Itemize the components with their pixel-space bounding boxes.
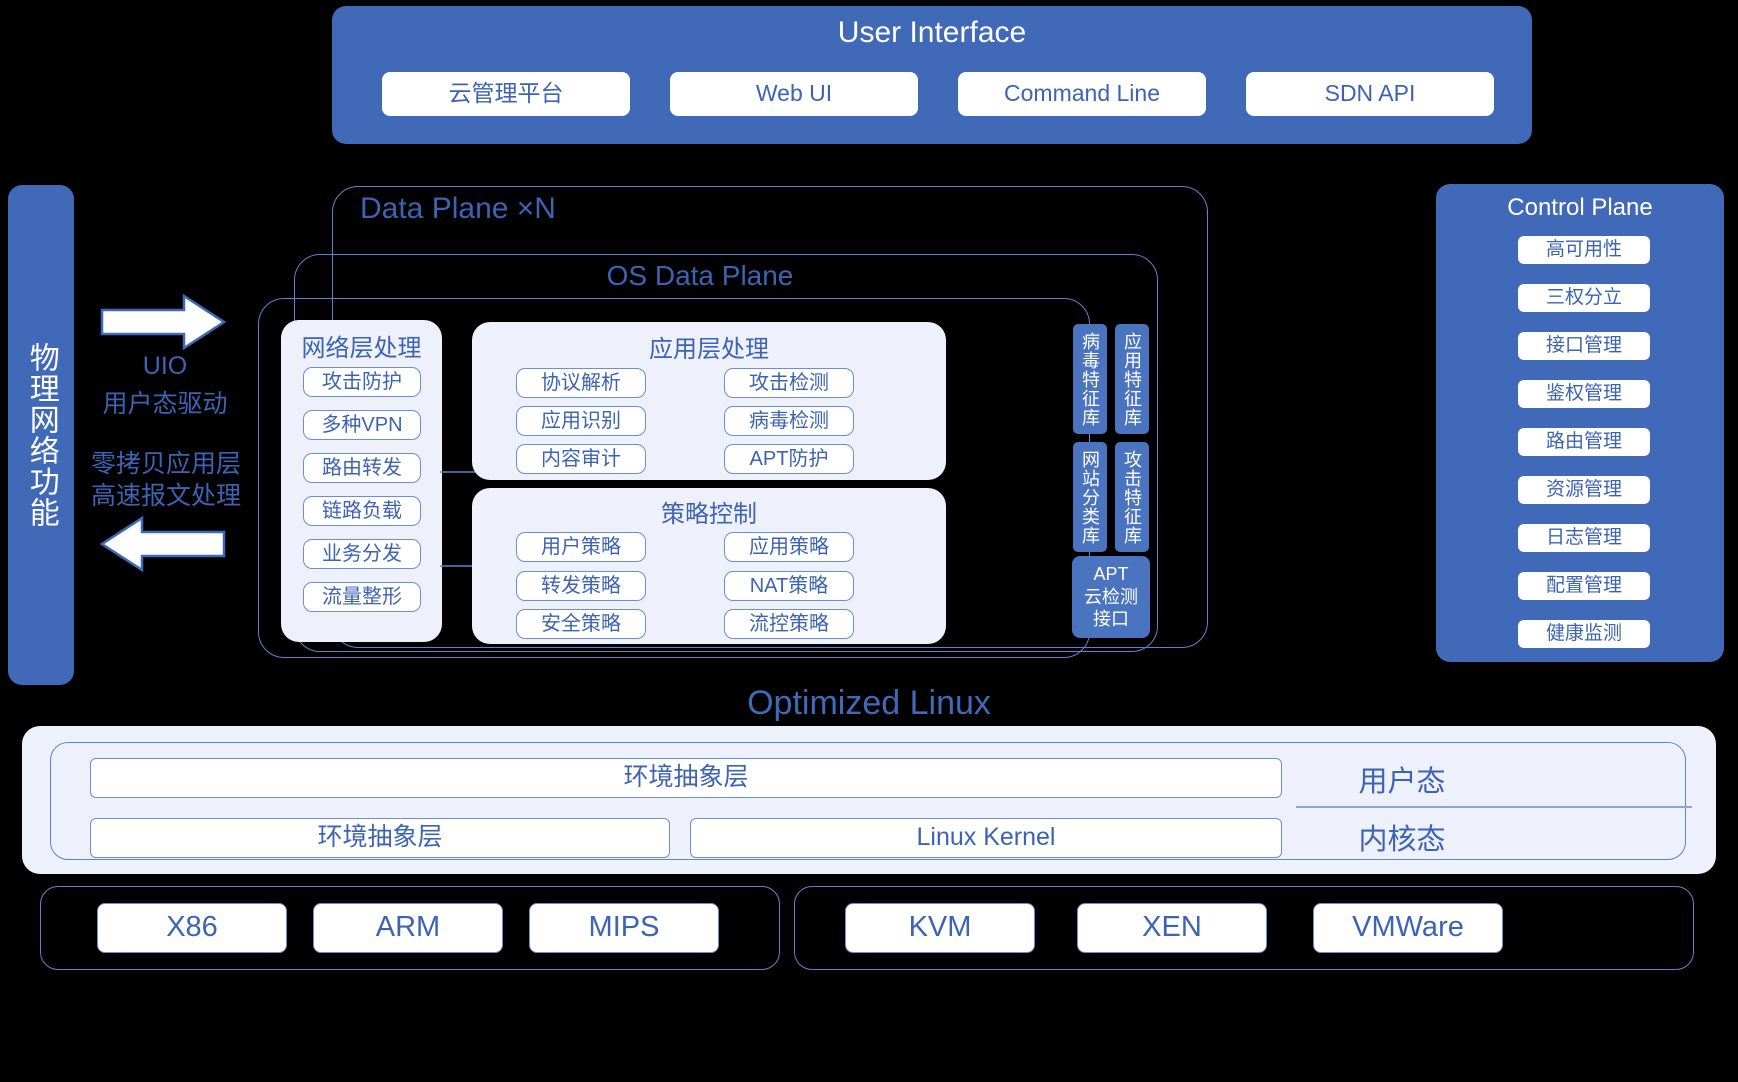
arch-item-x86[interactable]: X86 — [97, 903, 287, 953]
control-plane-item-2[interactable]: 接口管理 — [1518, 332, 1650, 360]
virt-item-vmware[interactable]: VMWare — [1313, 903, 1503, 953]
linux-kernel-box[interactable]: Linux Kernel — [690, 818, 1282, 858]
policy-right-0[interactable]: 应用策略 — [724, 532, 854, 562]
app-layer-left-1[interactable]: 应用识别 — [516, 406, 646, 436]
arrow-left-icon — [100, 516, 226, 572]
user-interface-panel: User Interface 云管理平台 Web UI Command Line… — [332, 6, 1532, 144]
control-plane-item-0[interactable]: 高可用性 — [1518, 236, 1650, 264]
virt-item-kvm[interactable]: KVM — [845, 903, 1035, 953]
arrow-right-icon — [100, 294, 226, 350]
apt-cloud-detection-box[interactable]: APT 云检测 接口 — [1072, 556, 1150, 638]
data-plane-title: Data Plane ×N — [360, 192, 556, 225]
database-virus-signature[interactable]: 病毒特征库 — [1073, 324, 1107, 434]
app-layer-left-2[interactable]: 内容审计 — [516, 444, 646, 474]
network-layer-item-5[interactable]: 流量整形 — [303, 582, 421, 612]
application-layer-panel: 应用层处理 协议解析 应用识别 内容审计 攻击检测 病毒检测 APT防护 — [472, 322, 946, 480]
policy-left-1[interactable]: 转发策略 — [516, 571, 646, 601]
policy-control-title: 策略控制 — [661, 501, 757, 528]
policy-left-2[interactable]: 安全策略 — [516, 609, 646, 639]
database-website-category[interactable]: 网站分类库 — [1073, 442, 1107, 552]
control-plane-item-5[interactable]: 资源管理 — [1518, 476, 1650, 504]
control-plane-title: Control Plane — [1507, 194, 1653, 221]
app-layer-left-0[interactable]: 协议解析 — [516, 368, 646, 398]
architecture-panel: X86 ARM MIPS — [40, 886, 780, 970]
network-layer-item-4[interactable]: 业务分发 — [303, 539, 421, 569]
ui-item-cloud-platform[interactable]: 云管理平台 — [382, 72, 630, 116]
network-layer-item-3[interactable]: 链路负载 — [303, 496, 421, 526]
ui-item-sdn-api[interactable]: SDN API — [1246, 72, 1494, 116]
network-layer-item-1[interactable]: 多种VPN — [303, 410, 421, 440]
ui-item-web-ui[interactable]: Web UI — [670, 72, 918, 116]
control-plane-item-6[interactable]: 日志管理 — [1518, 524, 1650, 552]
control-plane-item-4[interactable]: 路由管理 — [1518, 428, 1650, 456]
optimized-linux-panel: 环境抽象层 环境抽象层 Linux Kernel 用户态 内核态 — [22, 726, 1716, 874]
uio-label-line2: 用户态驱动 — [102, 390, 228, 418]
kernel-abstraction-layer[interactable]: 环境抽象层 — [90, 818, 670, 858]
virt-item-xen[interactable]: XEN — [1077, 903, 1267, 953]
policy-right-1[interactable]: NAT策略 — [724, 571, 854, 601]
network-layer-title: 网络层处理 — [301, 335, 422, 362]
policy-right-2[interactable]: 流控策略 — [724, 609, 854, 639]
database-attack-signature[interactable]: 攻击特征库 — [1115, 442, 1149, 552]
network-layer-item-0[interactable]: 攻击防护 — [303, 367, 421, 397]
apt-box-line1: APT — [1093, 564, 1129, 585]
control-plane-item-8[interactable]: 健康监测 — [1518, 620, 1650, 648]
uio-label-line1: UIO — [142, 352, 188, 380]
application-layer-title: 应用层处理 — [649, 336, 769, 363]
arch-item-mips[interactable]: MIPS — [529, 903, 719, 953]
network-layer-item-2[interactable]: 路由转发 — [303, 453, 421, 483]
optimized-linux-title: Optimized Linux — [747, 684, 991, 722]
kernel-mode-label: 内核态 — [1358, 824, 1446, 856]
network-layer-panel: 网络层处理 攻击防护 多种VPN 路由转发 链路负载 业务分发 流量整形 — [281, 320, 442, 642]
control-plane-panel: Control Plane 高可用性 三权分立 接口管理 鉴权管理 路由管理 资… — [1436, 184, 1724, 662]
arch-item-arm[interactable]: ARM — [313, 903, 503, 953]
control-plane-item-7[interactable]: 配置管理 — [1518, 572, 1650, 600]
user-space-abstraction-layer[interactable]: 环境抽象层 — [90, 758, 1282, 798]
app-layer-right-1[interactable]: 病毒检测 — [724, 406, 854, 436]
mode-divider — [1296, 806, 1692, 808]
ui-item-command-line[interactable]: Command Line — [958, 72, 1206, 116]
policy-control-panel: 策略控制 用户策略 转发策略 安全策略 应用策略 NAT策略 流控策略 — [472, 488, 946, 644]
physical-network-label: 物理网络功能 — [24, 342, 58, 528]
os-data-plane-title: OS Data Plane — [606, 260, 794, 291]
virtualization-panel: KVM XEN VMWare — [794, 886, 1694, 970]
database-app-signature[interactable]: 应用特征库 — [1115, 324, 1149, 434]
physical-network-panel: 物理网络功能 — [8, 185, 74, 685]
apt-box-line3: 接口 — [1093, 609, 1129, 630]
zerocopy-label-line2: 高速报文处理 — [90, 482, 241, 510]
control-plane-item-3[interactable]: 鉴权管理 — [1518, 380, 1650, 408]
user-mode-label: 用户态 — [1358, 766, 1446, 798]
control-plane-item-1[interactable]: 三权分立 — [1518, 284, 1650, 312]
app-layer-right-2[interactable]: APT防护 — [724, 444, 854, 474]
user-interface-title: User Interface — [837, 16, 1027, 49]
apt-box-line2: 云检测 — [1084, 586, 1138, 607]
policy-left-0[interactable]: 用户策略 — [516, 532, 646, 562]
zerocopy-label-line1: 零拷贝应用层 — [90, 450, 241, 478]
app-layer-right-0[interactable]: 攻击检测 — [724, 368, 854, 398]
